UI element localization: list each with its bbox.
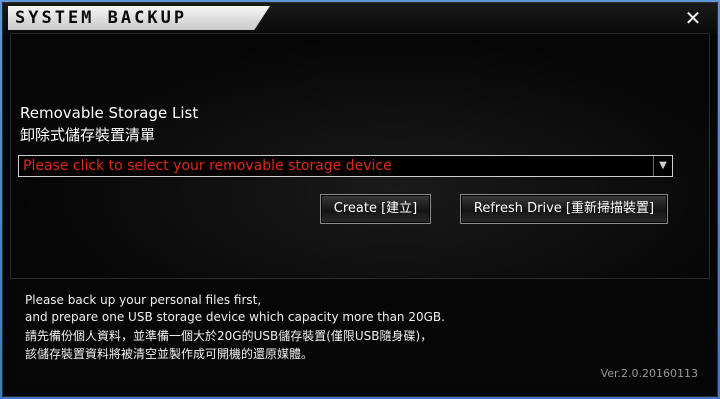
system-backup-window: SYSTEM BACKUP ✕ Removable Storage List 卸… [2, 2, 718, 397]
title-bar[interactable]: SYSTEM BACKUP ✕ [3, 3, 717, 33]
create-button[interactable]: Create [建立] [320, 194, 431, 224]
storage-device-select[interactable]: Please click to select your removable st… [18, 155, 673, 177]
info-line-1: Please back up your personal files first… [25, 293, 262, 307]
close-icon: ✕ [684, 6, 702, 30]
info-line-3: 請先備份個人資料，並準備一個大於20G的USB儲存裝置(僅限USB隨身碟)， [25, 329, 433, 343]
info-footer: Please back up your personal files first… [10, 279, 710, 386]
window-frame: SYSTEM BACKUP ✕ Removable Storage List 卸… [0, 0, 720, 399]
storage-list-heading: Removable Storage List [20, 104, 199, 122]
window-title: SYSTEM BACKUP [15, 8, 188, 28]
info-line-2: and prepare one USB storage device which… [25, 310, 445, 324]
info-line-4: 該儲存裝置資料將被清空並製作成可開機的還原媒體。 [25, 347, 314, 361]
refresh-drive-button[interactable]: Refresh Drive [重新掃描裝置] [460, 194, 668, 224]
close-button[interactable]: ✕ [679, 6, 707, 30]
select-placeholder: Please click to select your removable st… [23, 158, 392, 174]
storage-list-heading-zh: 卸除式儲存裝置清單 [20, 126, 156, 144]
version-label: Ver.2.0.20160113 [600, 367, 698, 380]
chevron-down-icon[interactable]: ▼ [653, 156, 672, 176]
